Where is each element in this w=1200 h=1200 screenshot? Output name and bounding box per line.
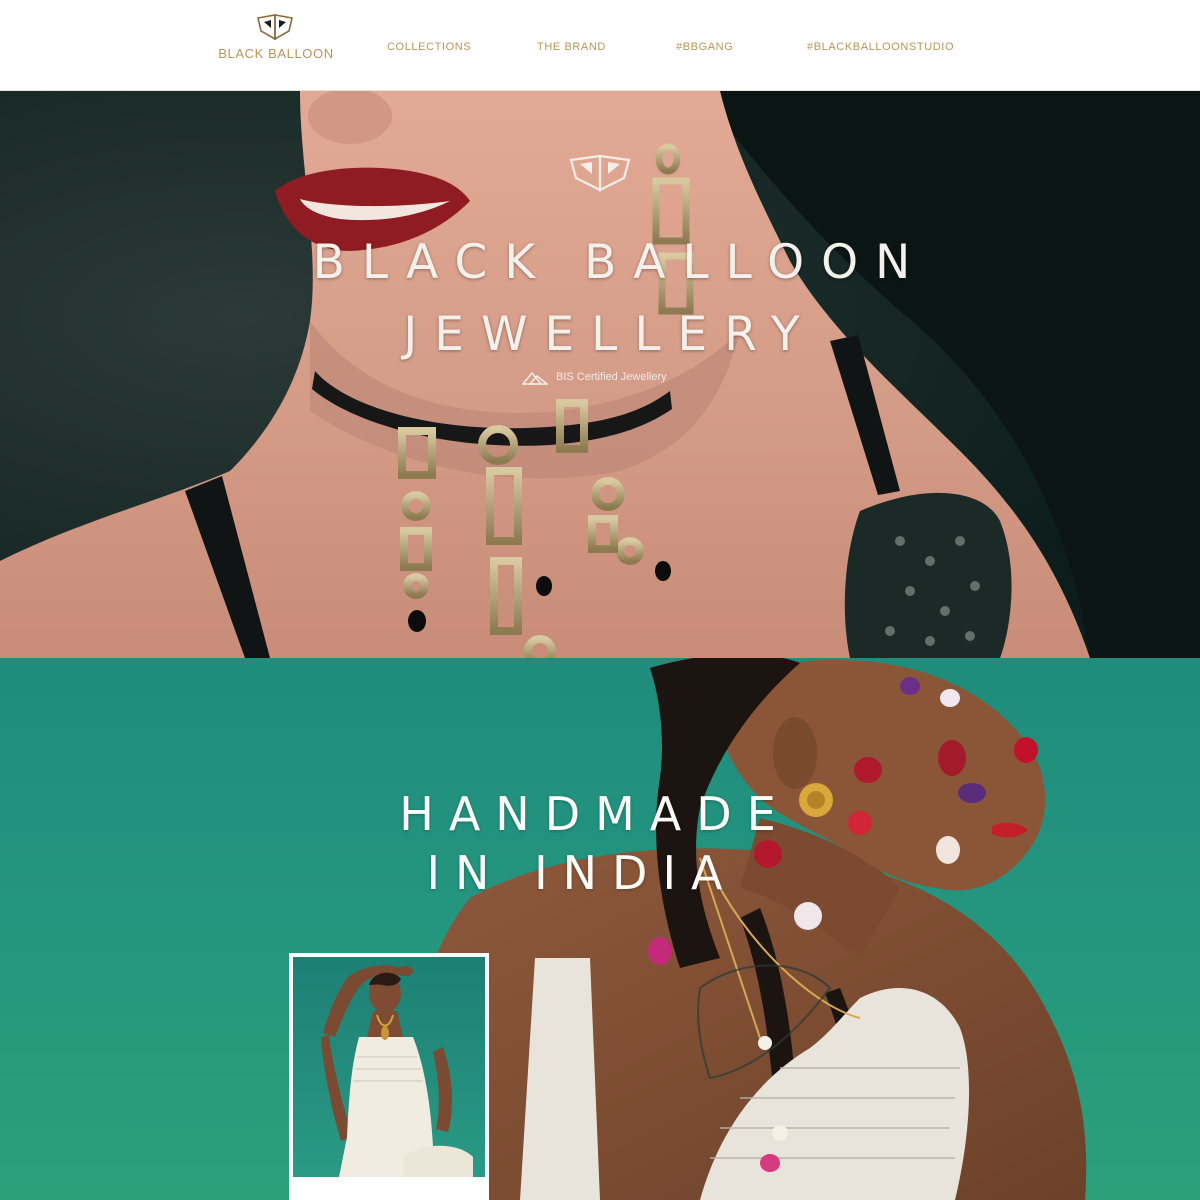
hero-model-photo-2: [390, 658, 1087, 1200]
brand-logo-text: BLACK BALLOON: [218, 46, 334, 61]
balloon-emblem-icon: [569, 154, 631, 192]
nav-the-brand[interactable]: THE BRAND: [537, 41, 606, 53]
balloon-logo-icon: [257, 14, 293, 40]
site-header: BLACK BALLOON COLLECTIONS THE BRAND #BBG…: [0, 0, 1200, 91]
hero-title-line-2: JEWELLERY: [403, 307, 817, 362]
bis-hallmark-icon: [522, 371, 548, 385]
bis-certification-text: BIS Certified Jewellery: [556, 371, 667, 383]
nav-collections[interactable]: COLLECTIONS: [387, 41, 471, 53]
hero-banner-handmade: HANDMADE IN INDIA: [0, 658, 1200, 1200]
nav-bbgang[interactable]: #BBGANG: [676, 41, 733, 53]
featured-model-thumbnail: [293, 957, 485, 1177]
hero-title-line-1: BLACK BALLOON: [312, 235, 928, 290]
handmade-title-line-2: IN INDIA: [426, 846, 738, 900]
featured-photo-card[interactable]: [289, 953, 489, 1200]
handmade-title-line-1: HANDMADE: [399, 787, 791, 841]
brand-logo-link[interactable]: BLACK BALLOON: [216, 14, 336, 66]
nav-blackballoonstudio[interactable]: #BLACKBALLOONSTUDIO: [807, 41, 954, 53]
page: BLACK BALLOON COLLECTIONS THE BRAND #BBG…: [0, 0, 1200, 1200]
hero-banner-jewellery: BLACK BALLOON JEWELLERY BIS Certified Je…: [0, 91, 1200, 658]
